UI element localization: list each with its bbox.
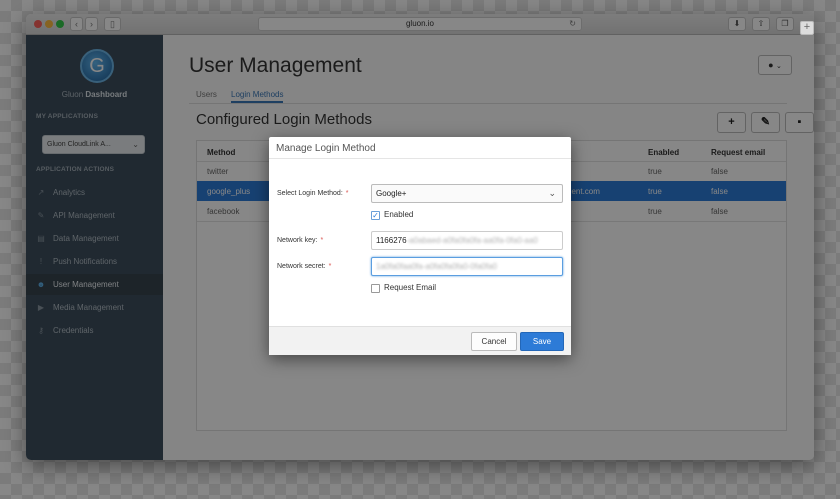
network-secret-input[interactable]: 1a0fa0faa0fa-a0fa0fa0fa0-0fa0fa0 — [371, 257, 563, 276]
required-marker: * — [320, 237, 324, 244]
network-key-value: 1166276 — [376, 236, 407, 245]
enabled-checkbox[interactable]: ✓ — [371, 211, 380, 220]
dialog-title: Manage Login Method — [276, 143, 376, 154]
login-method-select[interactable]: Google+ ⌄ — [371, 184, 563, 203]
dialog-footer: Cancel Save — [269, 326, 571, 355]
network-secret-label-text: Network secret: — [277, 263, 326, 270]
network-key-label-text: Network key: — [277, 237, 318, 244]
login-method-label-text: Select Login Method: — [277, 190, 343, 197]
login-method-label: Select Login Method: * — [277, 190, 349, 197]
save-button[interactable]: Save — [520, 332, 564, 351]
enabled-label: Enabled — [384, 210, 414, 219]
network-key-obscured: -a0abaed-a0fa0fa0fa-aa0fa-0fa0-aa0 — [406, 236, 538, 245]
login-method-select-value: Google+ — [376, 189, 407, 198]
dialog-divider — [269, 158, 571, 159]
network-key-label: Network key: * — [277, 237, 323, 244]
new-tab-icon[interactable]: + — [800, 21, 814, 35]
request-email-checkbox[interactable] — [371, 284, 380, 293]
check-icon: ✓ — [372, 211, 379, 220]
network-secret-obscured: 1a0fa0faa0fa-a0fa0fa0fa0-0fa0fa0 — [376, 262, 497, 271]
required-marker: * — [345, 190, 349, 197]
network-secret-label: Network secret: * — [277, 263, 331, 270]
chevron-down-icon: ⌄ — [548, 188, 556, 198]
required-marker: * — [328, 263, 332, 270]
cancel-button[interactable]: Cancel — [471, 332, 517, 351]
network-key-input[interactable]: 1166276-a0abaed-a0fa0fa0fa-aa0fa-0fa0-aa… — [371, 231, 563, 250]
manage-login-method-dialog: Manage Login Method Select Login Method:… — [269, 137, 571, 355]
request-email-label: Request Email — [384, 283, 437, 292]
